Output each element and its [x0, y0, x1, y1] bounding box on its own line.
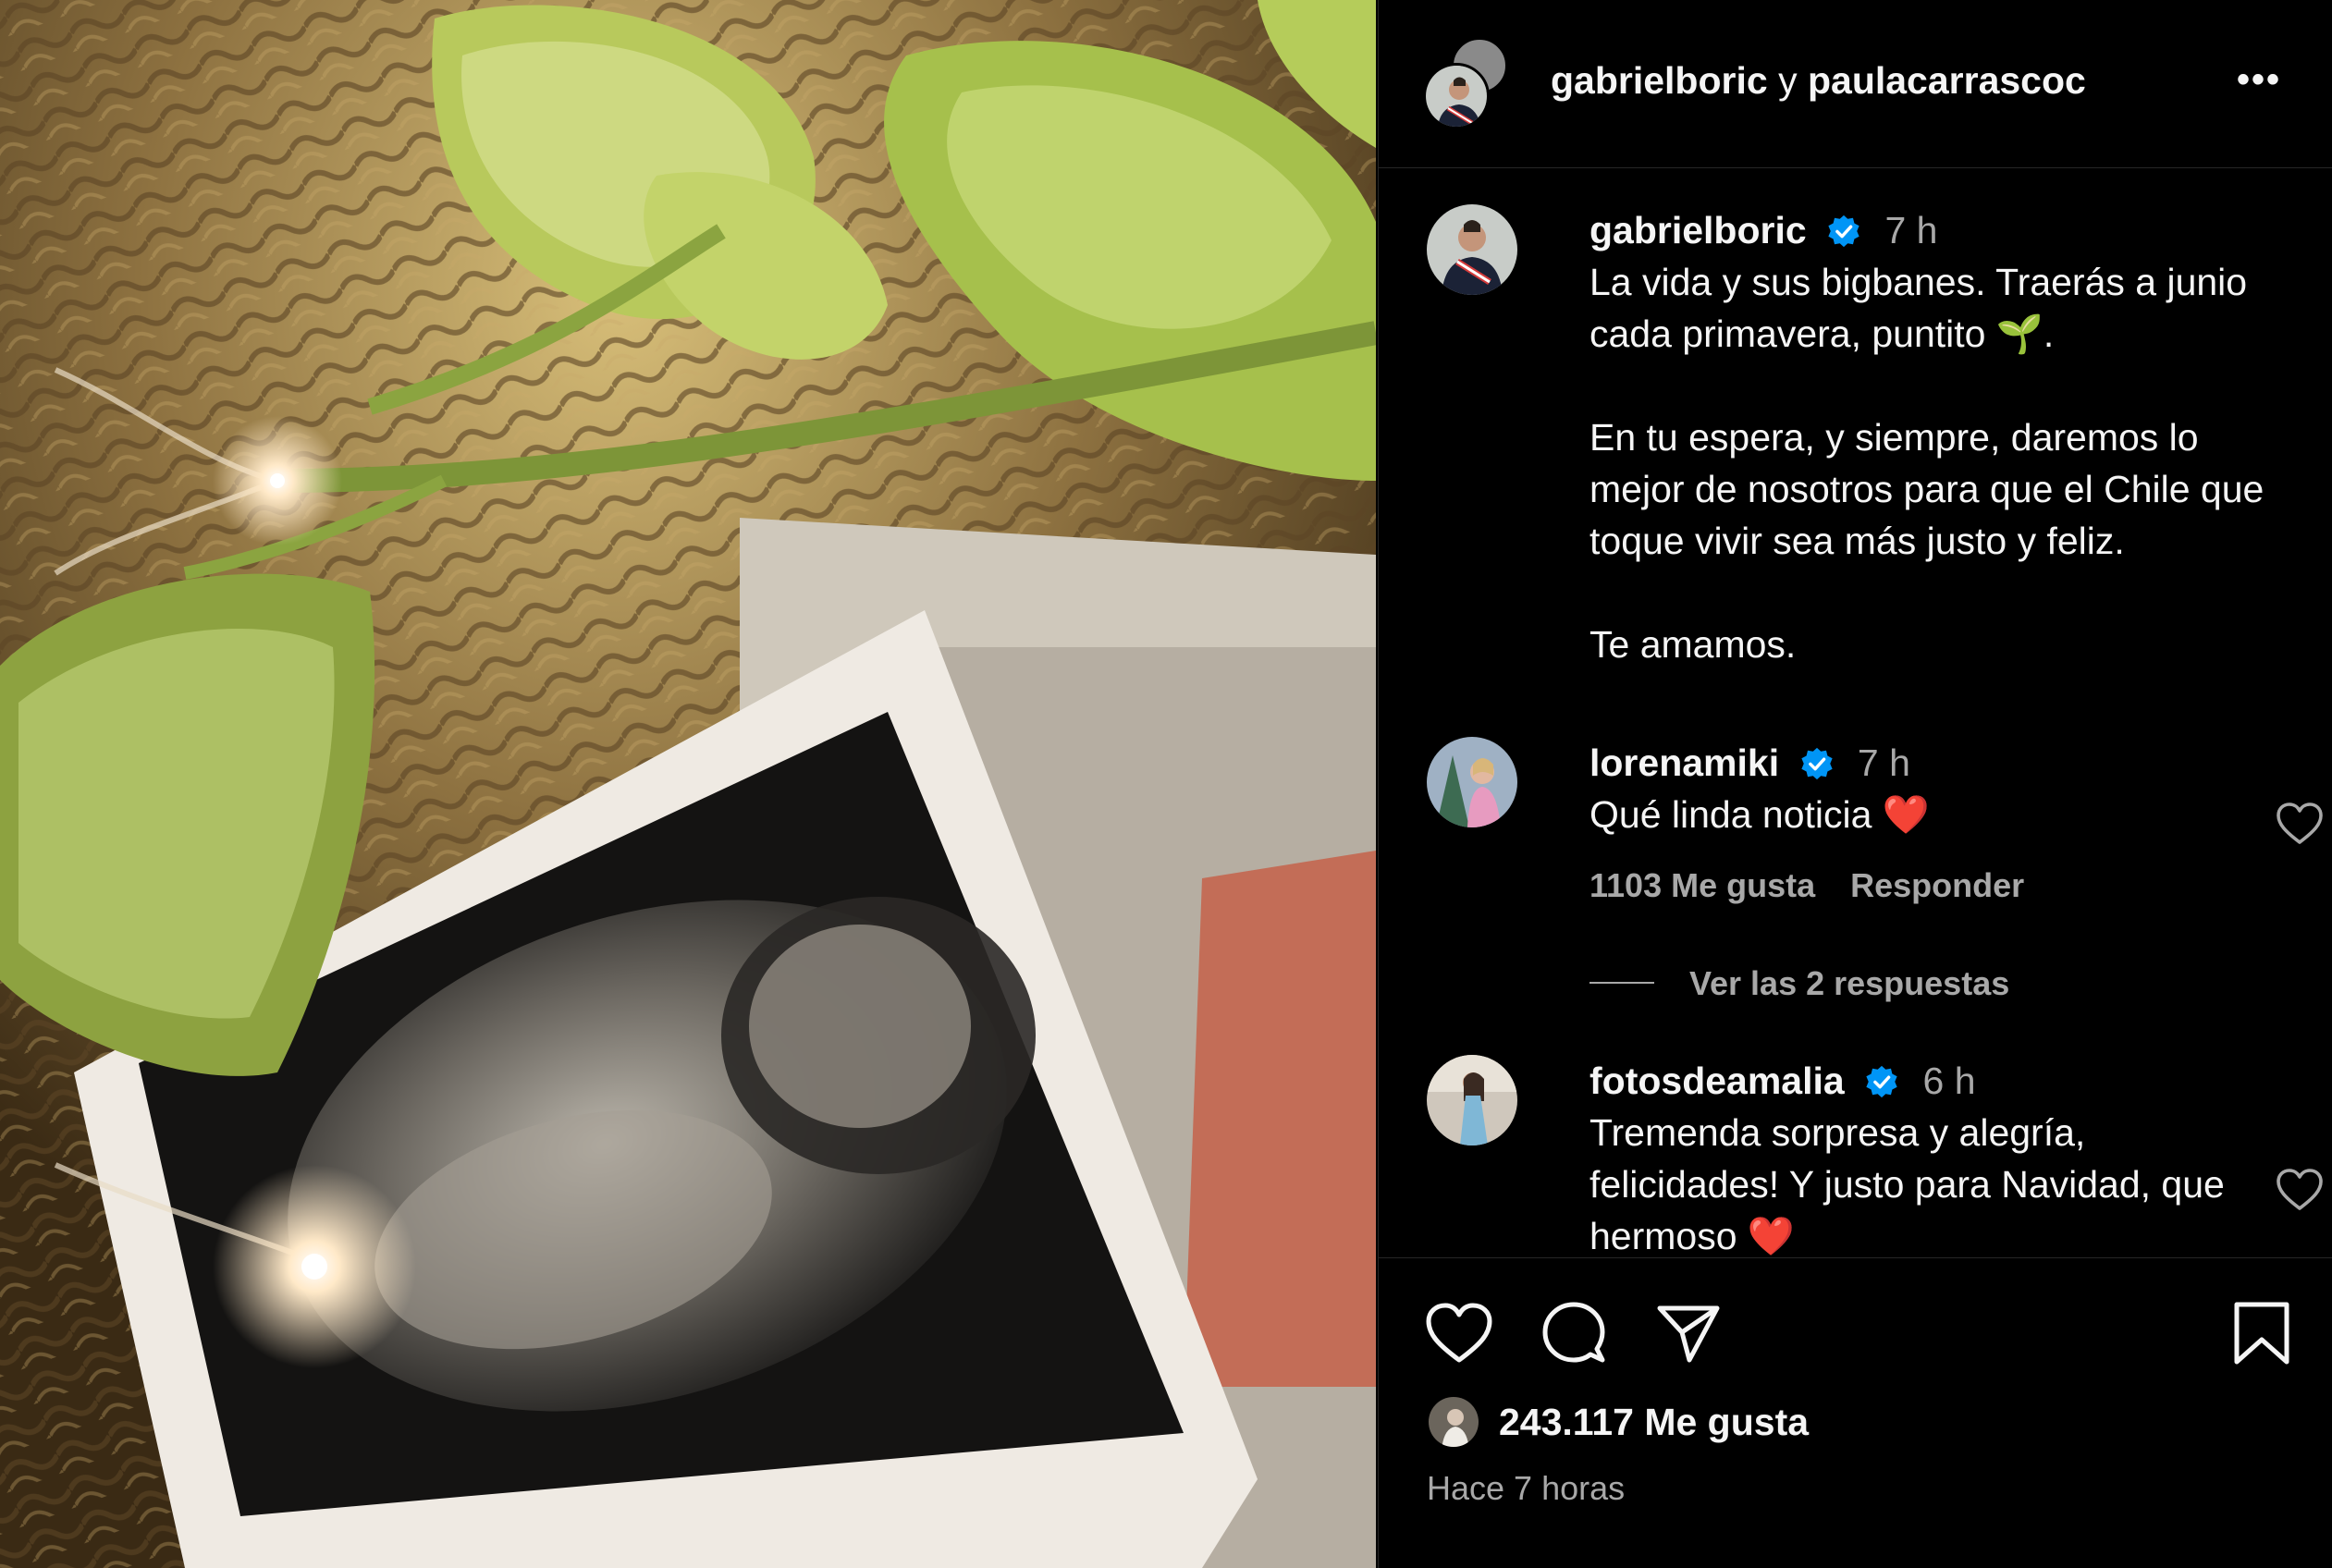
verified-badge-icon [1828, 214, 1859, 248]
liker-avatar[interactable] [1427, 1395, 1480, 1449]
comment-username[interactable]: lorenamiki [1589, 741, 1779, 784]
comment-username[interactable]: fotosdeamalia [1589, 1060, 1845, 1102]
comment-time: 6 h [1922, 1060, 1976, 1102]
bookmark-icon[interactable] [2228, 1301, 2296, 1366]
reply-button[interactable]: Responder [1850, 866, 2024, 904]
author-paulacarrascoc-link[interactable]: paulacarrascoc [1808, 59, 2086, 102]
post-details-panel: gabrielboric y paulacarrascoc ••• gabrie… [1378, 0, 2332, 1568]
heart-icon[interactable] [2276, 802, 2324, 846]
comment-bubble-icon[interactable] [1540, 1301, 1608, 1366]
comment-body: fotosdeamalia 6 h Tremenda sorpresa y al… [1589, 1055, 2283, 1256]
heart-icon[interactable] [2276, 1168, 2324, 1212]
post-authors: gabrielboric y paulacarrascoc [1551, 59, 2086, 103]
caption-username[interactable]: gabrielboric [1589, 209, 1807, 251]
caption-text: La vida y sus bigbanes. Traerás a junio … [1589, 261, 2264, 666]
more-options-button[interactable]: ••• [2231, 61, 2287, 107]
likes-summary[interactable]: 243.117 Me gusta [1427, 1390, 1809, 1454]
post-header: gabrielboric y paulacarrascoc ••• [1379, 0, 2332, 168]
caption-body: gabrielboric 7 h La vida y sus bigbanes.… [1589, 204, 2283, 670]
comment-avatar-fotosdeamalia[interactable] [1427, 1055, 1517, 1145]
verified-badge-icon [1800, 747, 1833, 780]
post-timestamp[interactable]: Hace 7 horas [1427, 1469, 1625, 1508]
post-image[interactable] [0, 0, 1376, 1568]
avatar-gabrielboric[interactable] [1423, 63, 1490, 129]
view-replies-button[interactable]: Ver las 2 respuestas [1589, 964, 2009, 1003]
heart-icon[interactable] [1425, 1301, 1493, 1366]
comment-likes-count[interactable]: 1103 Me gusta [1589, 866, 1815, 904]
likes-count[interactable]: 243.117 Me gusta [1499, 1401, 1809, 1444]
author-gabrielboric-link[interactable]: gabrielboric [1551, 59, 1768, 102]
comment-body: lorenamiki 7 h Qué linda noticia ❤️ 1103… [1589, 737, 2283, 905]
comments-list[interactable]: gabrielboric 7 h La vida y sus bigbanes.… [1379, 169, 2332, 1256]
post-footer: 243.117 Me gusta Hace 7 horas [1379, 1257, 2332, 1568]
paper-plane-icon[interactable] [1654, 1301, 1723, 1366]
comment-text: Tremenda sorpresa y alegría, felicidades… [1589, 1111, 2236, 1256]
caption-avatar[interactable] [1427, 204, 1517, 295]
authors-connector: y [1767, 59, 1808, 102]
replies-divider [1589, 982, 1654, 984]
view-replies-label: Ver las 2 respuestas [1689, 964, 2010, 1002]
caption-time: 7 h [1884, 209, 1938, 251]
comment-text: Qué linda noticia ❤️ [1589, 793, 1930, 836]
verified-badge-icon [1866, 1065, 1897, 1098]
coauthor-avatars[interactable] [1423, 37, 1508, 129]
comment-time: 7 h [1857, 741, 1910, 784]
comment-avatar-lorenamiki[interactable] [1427, 737, 1517, 827]
